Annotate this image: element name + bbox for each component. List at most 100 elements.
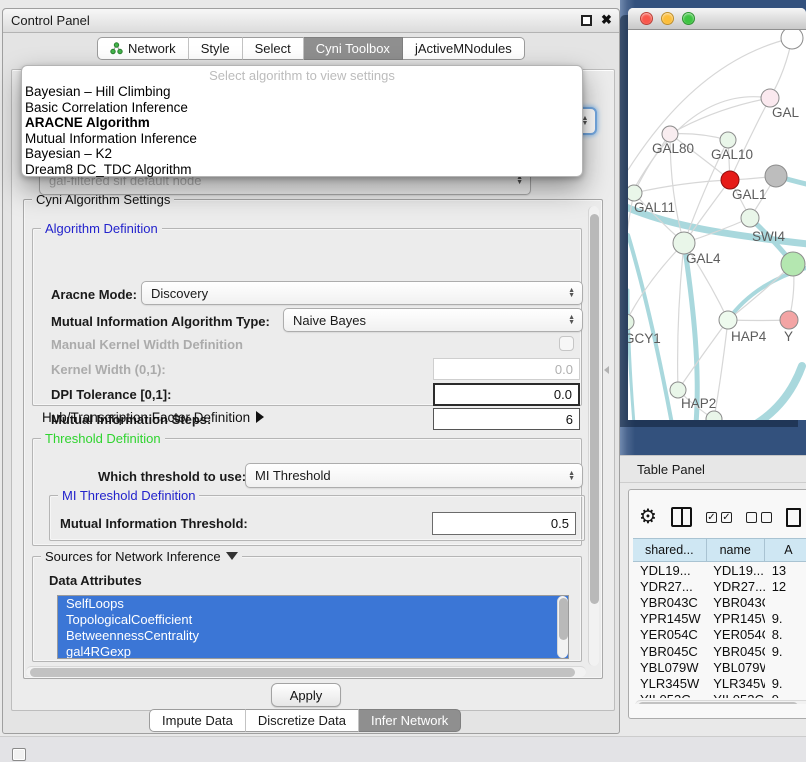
which-threshold-combo[interactable]: MI Threshold ▲▼ [245,463,583,488]
algorithm-option[interactable]: Bayesian – K2 [22,146,582,162]
table-row[interactable]: YIL052CYIL052C9 [633,692,806,699]
gear-icon[interactable]: ⚙ [639,507,657,527]
mi-threshold-label: Mutual Information Threshold: [60,516,248,531]
tab-infer-network[interactable]: Infer Network [359,709,461,732]
minimize-traffic-light[interactable] [661,12,674,25]
table-cell: 9. [765,611,806,627]
network-node-swi4[interactable] [781,252,805,276]
cyni-algorithm-settings-group: Cyni Algorithm Settings Algorithm Defini… [23,199,603,679]
aracne-mode-value: Discovery [151,286,208,301]
hub-definition-toggle[interactable]: Hub/Transcription Factor Definition [42,410,264,425]
combo-arrows-icon: ▲▼ [568,471,575,481]
column-header[interactable]: A [765,538,806,562]
apply-button[interactable]: Apply [271,683,341,707]
algorithm-option[interactable]: ARACNE Algorithm [22,115,582,131]
docked-panel-icon[interactable] [12,748,26,761]
table-row[interactable]: YER054CYER054C8. [633,627,806,643]
close-window-icon[interactable]: ✖ [601,12,612,28]
table-cell: YPR145W [706,611,764,627]
tab-network[interactable]: Network [97,37,189,60]
network-node-hap4[interactable] [719,311,737,329]
attribute-item[interactable]: gal4RGexp [58,644,568,659]
columns-icon[interactable] [671,507,692,527]
tab-jactivemnodules[interactable]: jActiveMNodules [403,37,525,60]
network-canvas[interactable]: GALGAL80GAL10GAL1GAL11SWI4GAL4GCY1HAP4YH… [628,30,806,420]
tab-label: jActiveMNodules [415,41,512,56]
network-node-gal11[interactable] [628,185,642,201]
table-row[interactable]: YPR145WYPR145W9. [633,611,806,627]
attribute-item[interactable]: TopologicalCoefficient [58,612,568,628]
panel-resize-handle[interactable] [604,366,609,374]
network-node-gal1[interactable] [741,209,759,227]
combo-arrows-icon: ▲▼ [568,315,575,325]
restore-window-icon[interactable] [581,15,592,26]
algorithm-option[interactable]: Mutual Information Inference [22,131,582,147]
network-node[interactable] [765,165,787,187]
control-panel-window: Control Panel ✖ Network StyleSelectCyni T… [2,8,620,734]
table-cell: YDL19... [633,562,706,578]
algorithm-option[interactable]: Bayesian – Hill Climbing [22,84,582,100]
data-attributes-label: Data Attributes [49,573,142,588]
table-cell: YBL079W [633,659,706,675]
which-threshold-label: Which threshold to use: [98,469,246,484]
control-panel-tabs: Network StyleSelectCyni Toolbox jActiveMNo… [97,37,525,60]
settings-vertical-scrollbar[interactable] [588,206,599,666]
network-node-gal80[interactable] [662,126,678,142]
table-row[interactable]: YBL079WYBL079W [633,659,806,675]
close-traffic-light[interactable] [640,12,653,25]
column-header[interactable]: shared... [633,538,707,562]
node-label: HAP2 [681,396,716,411]
table-row[interactable]: YDL19...YDL19...13 [633,562,806,578]
network-nodes[interactable] [628,30,805,420]
algorithm-option[interactable]: Dream8 DC_TDC Algorithm [22,162,582,178]
tab-label: Network [128,41,176,56]
mi-type-combo[interactable]: Naive Bayes ▲▼ [283,308,583,332]
network-node-y[interactable] [780,311,798,329]
table-panel-titlebar[interactable]: Table Panel [620,455,806,483]
network-node[interactable] [781,30,803,49]
attribute-item[interactable]: SelfLoops [58,596,568,612]
attributes-list-scrollbar[interactable] [557,596,568,658]
network-node-gcy1[interactable] [628,314,634,330]
which-threshold-value: MI Threshold [255,468,331,483]
kernel-width-field[interactable]: 0.0 [433,358,580,380]
network-node-gal10[interactable] [720,132,736,148]
table-cell: 8. [765,627,806,643]
tab-discretize-data[interactable]: Discretize Data [246,709,359,732]
expanded-arrow-icon [226,552,238,560]
tab-cyni-toolbox[interactable]: Cyni Toolbox [304,37,403,60]
sources-title[interactable]: Sources for Network Inference [41,549,242,564]
deselect-all-checks-icon[interactable] [746,512,772,523]
kernel-width-value: 0.0 [555,362,573,377]
table-cell: YBR043C [706,594,764,610]
mi-threshold-field[interactable]: 0.5 [432,512,576,535]
mi-steps-field[interactable]: 6 [433,408,580,430]
algorithm-definition-title: Algorithm Definition [41,221,162,236]
node-label: HAP4 [731,329,767,344]
data-attributes-list[interactable]: SelfLoopsTopologicalCoefficientBetweenne… [57,595,569,659]
settings-horizontal-scrollbar[interactable] [26,666,586,677]
table-row[interactable]: YBR045CYBR045C9. [633,643,806,659]
network-window-titlebar[interactable] [628,8,806,30]
zoom-traffic-light[interactable] [682,12,695,25]
tab-impute-data[interactable]: Impute Data [149,709,246,732]
collapsed-arrow-icon [256,411,264,423]
table-row[interactable]: YLR345WYLR345W9. [633,675,806,691]
column-header[interactable]: name [707,538,765,562]
control-panel-titlebar[interactable]: Control Panel ✖ [3,9,619,33]
document-icon[interactable] [786,508,801,527]
dpi-tolerance-field[interactable]: 0.0 [433,383,580,406]
aracne-mode-combo[interactable]: Discovery ▲▼ [141,281,583,305]
network-node[interactable] [706,411,722,420]
tab-style[interactable]: Style [189,37,243,60]
manual-kernel-checkbox[interactable] [559,336,574,351]
algorithm-dropdown-popup: Select algorithm to view settings Bayesi… [21,65,583,177]
table-horizontal-scrollbar[interactable] [635,700,806,704]
algorithm-option[interactable]: Basic Correlation Inference [22,100,582,116]
table-row[interactable]: YDR27...YDR27...12 [633,578,806,594]
tab-select[interactable]: Select [243,37,304,60]
table-row[interactable]: YBR043CYBR043C [633,594,806,610]
network-node-labels: GALGAL80GAL10GAL1GAL11SWI4GAL4GCY1HAP4YH… [628,105,800,411]
select-all-checks-icon[interactable]: ✓✓ [706,512,732,523]
attribute-item[interactable]: BetweennessCentrality [58,628,568,644]
